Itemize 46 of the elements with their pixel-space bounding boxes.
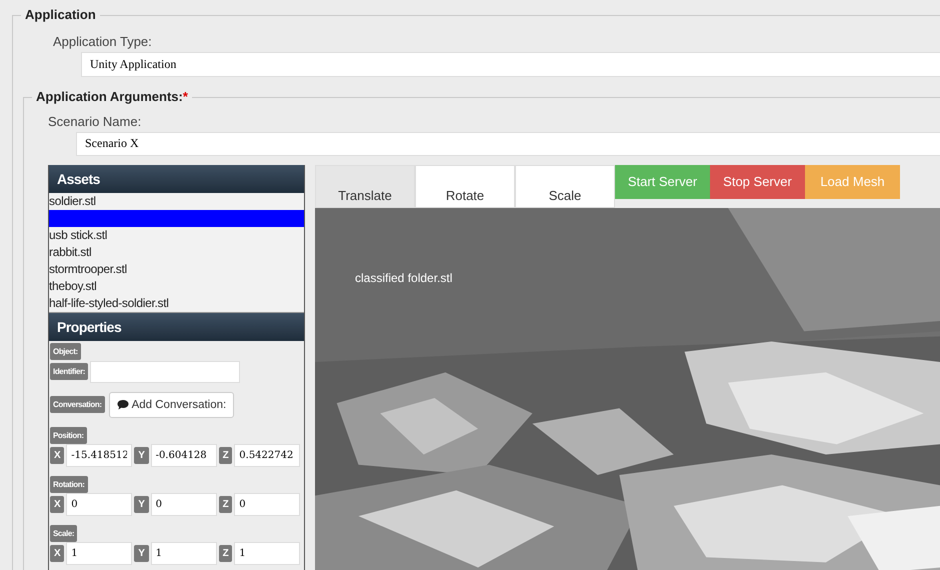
tab[interactable]: Translate <box>315 164 415 208</box>
input-field[interactable]: 1 <box>150 542 217 565</box>
axis-label: Y <box>134 446 149 464</box>
field-label: Rotation: <box>50 476 88 493</box>
axis-label: Z <box>218 544 232 562</box>
list-item[interactable]: usb stick.stl <box>49 226 304 244</box>
input-field[interactable]: -0.604128 <box>150 444 217 467</box>
panel-header: Properties <box>49 312 304 341</box>
section-legend: Application <box>21 7 100 22</box>
input-field[interactable]: 1 <box>66 542 132 565</box>
axis-label: Z <box>218 446 232 464</box>
input-field[interactable]: Scenario X <box>76 132 940 156</box>
input-field[interactable]: 0 <box>150 492 217 516</box>
input-field[interactable]: Unity Application <box>81 52 940 77</box>
list-item[interactable]: half-life-styled-soldier.stl <box>49 294 304 312</box>
list-item[interactable]: rabbit.stl <box>49 244 304 261</box>
speech-bubble-icon <box>116 399 129 410</box>
input-field[interactable]: 0.5422742 <box>234 444 300 467</box>
field-label: Scale: <box>50 524 78 542</box>
list-item[interactable]: theboy.stl <box>49 278 304 295</box>
list-item[interactable] <box>49 210 304 227</box>
list-item[interactable]: soldier.stl <box>49 192 304 210</box>
field-label: Application Type: <box>53 34 153 49</box>
axis-label: Y <box>134 496 149 513</box>
add-conversation-button[interactable]: Add Conversation: <box>108 392 234 418</box>
list-item[interactable]: stormtrooper.stl <box>49 260 304 278</box>
section-legend: Application Arguments:* <box>32 88 192 104</box>
tab[interactable]: Scale <box>515 164 615 208</box>
panel-header: Assets <box>49 164 304 193</box>
axis-label: Y <box>134 544 149 562</box>
field-label: Object: <box>50 342 81 360</box>
input-field[interactable]: 0 <box>66 492 132 516</box>
field-label: Identifier: <box>50 363 88 380</box>
input-field[interactable] <box>90 360 240 383</box>
field-label: Position: <box>50 426 87 444</box>
axis-label: X <box>50 496 64 513</box>
field-label: Scenario Name: <box>48 114 142 129</box>
axis-label: X <box>50 446 64 464</box>
axis-label: X <box>50 544 64 562</box>
axis-label: Z <box>218 496 232 513</box>
object-label: classified folder.stl <box>355 270 452 285</box>
input-field[interactable]: 0 <box>234 492 300 516</box>
input-field[interactable]: 1 <box>234 542 300 565</box>
tab[interactable]: Rotate <box>415 164 515 208</box>
field-label: Conversation: <box>50 396 105 414</box>
toolbar-button[interactable]: Stop Server <box>710 164 805 199</box>
